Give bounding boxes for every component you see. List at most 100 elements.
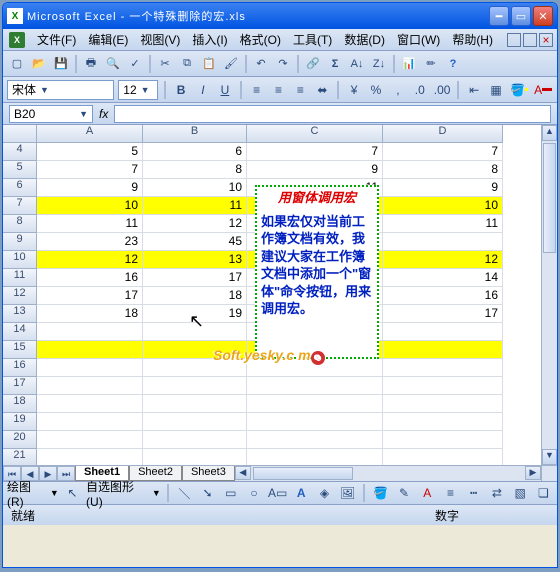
arrow-icon[interactable]: ➘ xyxy=(198,483,217,503)
bold-button[interactable]: B xyxy=(172,80,190,100)
link-icon[interactable]: 🔗 xyxy=(303,54,323,74)
print-icon[interactable]: 🖶 xyxy=(81,54,101,74)
cell[interactable] xyxy=(383,431,503,449)
cell[interactable] xyxy=(37,431,143,449)
copy-icon[interactable]: ⧉ xyxy=(177,54,197,74)
paste-icon[interactable]: 📋 xyxy=(199,54,219,74)
fx-icon[interactable]: fx xyxy=(99,107,108,121)
cell[interactable]: 12 xyxy=(383,251,503,269)
cell[interactable]: 18 xyxy=(143,287,247,305)
cell[interactable] xyxy=(383,341,503,359)
cell[interactable]: 45 xyxy=(143,233,247,251)
first-sheet-icon[interactable]: ⏮ xyxy=(3,466,21,481)
align-left-icon[interactable]: ≡ xyxy=(248,80,266,100)
textbox-icon[interactable]: A▭ xyxy=(268,483,288,503)
formula-input[interactable] xyxy=(114,105,551,123)
cell[interactable] xyxy=(383,449,503,465)
cell[interactable] xyxy=(247,413,383,431)
fill-color-icon[interactable]: 🪣 xyxy=(371,483,390,503)
cell[interactable] xyxy=(247,377,383,395)
align-right-icon[interactable]: ≡ xyxy=(291,80,309,100)
line-icon[interactable]: ＼ xyxy=(175,483,194,503)
doc-minimize-button[interactable] xyxy=(507,33,521,47)
cell[interactable] xyxy=(37,395,143,413)
cell[interactable] xyxy=(247,449,383,465)
cell[interactable]: 18 xyxy=(37,305,143,323)
row-header[interactable]: 21 xyxy=(3,449,37,465)
cell[interactable] xyxy=(37,323,143,341)
titlebar[interactable]: X Microsoft Excel - 一个特殊删除的宏.xls ━ ▭ ✕ xyxy=(3,3,557,29)
menu-edit[interactable]: 编辑(E) xyxy=(82,29,134,50)
rectangle-icon[interactable]: ▭ xyxy=(221,483,240,503)
increase-decimal-icon[interactable]: .0 xyxy=(411,80,429,100)
doc-icon[interactable]: X xyxy=(9,32,25,48)
menu-insert[interactable]: 插入(I) xyxy=(186,29,233,50)
row-header[interactable]: 16 xyxy=(3,359,37,377)
drawing-icon[interactable]: ✏ xyxy=(421,54,441,74)
font-color-icon[interactable]: A xyxy=(418,483,437,503)
cell[interactable]: 11 xyxy=(383,215,503,233)
col-header[interactable]: C xyxy=(247,125,383,143)
cell[interactable]: 8 xyxy=(143,161,247,179)
macro-textbox[interactable]: 用窗体调用宏 如果宏仅对当前工作簿文档有效，我建议大家在工作簿文档中添加一个"窗… xyxy=(255,185,379,359)
preview-icon[interactable]: 🔍 xyxy=(103,54,123,74)
underline-button[interactable]: U xyxy=(216,80,234,100)
vertical-scrollbar[interactable]: ▲ ▼ xyxy=(541,125,557,465)
fill-color-icon[interactable]: 🪣 xyxy=(509,80,529,100)
minimize-button[interactable]: ━ xyxy=(489,6,509,26)
cell[interactable] xyxy=(143,395,247,413)
scroll-thumb[interactable] xyxy=(253,467,353,480)
cell[interactable]: 5 xyxy=(37,143,143,161)
cell[interactable] xyxy=(37,341,143,359)
draw-menu[interactable]: 绘图(R) xyxy=(7,478,46,509)
fontsize-dropdown[interactable]: 12 ▼ xyxy=(118,80,158,100)
cell[interactable]: 9 xyxy=(247,161,383,179)
last-sheet-icon[interactable]: ⏭ xyxy=(57,466,75,481)
menu-file[interactable]: 文件(F) xyxy=(31,29,82,50)
sheet-tab[interactable]: Sheet3 xyxy=(182,466,235,481)
close-button[interactable]: ✕ xyxy=(533,6,553,26)
cell[interactable] xyxy=(143,413,247,431)
align-center-icon[interactable]: ≡ xyxy=(270,80,288,100)
row-header[interactable]: 7 xyxy=(3,197,37,215)
menu-data[interactable]: 数据(D) xyxy=(338,29,391,50)
row-header[interactable]: 20 xyxy=(3,431,37,449)
arrow-style-icon[interactable]: ⇄ xyxy=(487,483,506,503)
cell[interactable]: 23 xyxy=(37,233,143,251)
cell[interactable]: 7 xyxy=(247,143,383,161)
line-color-icon[interactable]: ✎ xyxy=(394,483,413,503)
menu-view[interactable]: 视图(V) xyxy=(134,29,186,50)
cell[interactable]: 14 xyxy=(383,269,503,287)
autoshape-menu[interactable]: 自选图形(U) xyxy=(86,478,148,509)
cell[interactable]: 7 xyxy=(37,161,143,179)
menu-help[interactable]: 帮助(H) xyxy=(446,29,499,50)
decrease-decimal-icon[interactable]: .00 xyxy=(433,80,452,100)
cut-icon[interactable]: ✂ xyxy=(155,54,175,74)
help-icon[interactable]: ? xyxy=(443,54,463,74)
cell[interactable] xyxy=(37,413,143,431)
cell[interactable]: 7 xyxy=(383,143,503,161)
cell[interactable] xyxy=(383,395,503,413)
row-header[interactable]: 19 xyxy=(3,413,37,431)
sheet-tab[interactable]: Sheet1 xyxy=(75,466,129,481)
cell[interactable]: 10 xyxy=(143,179,247,197)
new-icon[interactable]: ▢ xyxy=(7,54,27,74)
cell[interactable] xyxy=(143,449,247,465)
name-box[interactable]: B20 ▼ xyxy=(9,105,93,123)
scroll-right-icon[interactable]: ▶ xyxy=(525,466,541,480)
cell[interactable] xyxy=(383,359,503,377)
cell[interactable]: 10 xyxy=(37,197,143,215)
cell[interactable] xyxy=(247,431,383,449)
cell[interactable] xyxy=(143,377,247,395)
cell[interactable]: 12 xyxy=(143,215,247,233)
format-painter-icon[interactable]: 🖌 xyxy=(221,54,241,74)
merge-icon[interactable]: ⬌ xyxy=(313,80,331,100)
cell[interactable] xyxy=(383,377,503,395)
chart-icon[interactable]: 📊 xyxy=(399,54,419,74)
cell[interactable]: 10 xyxy=(383,197,503,215)
shadow-icon[interactable]: ▧ xyxy=(511,483,530,503)
col-header[interactable]: A xyxy=(37,125,143,143)
cell[interactable] xyxy=(143,341,247,359)
percent-icon[interactable]: % xyxy=(367,80,385,100)
horizontal-scrollbar[interactable]: ◀ ▶ xyxy=(235,466,541,481)
